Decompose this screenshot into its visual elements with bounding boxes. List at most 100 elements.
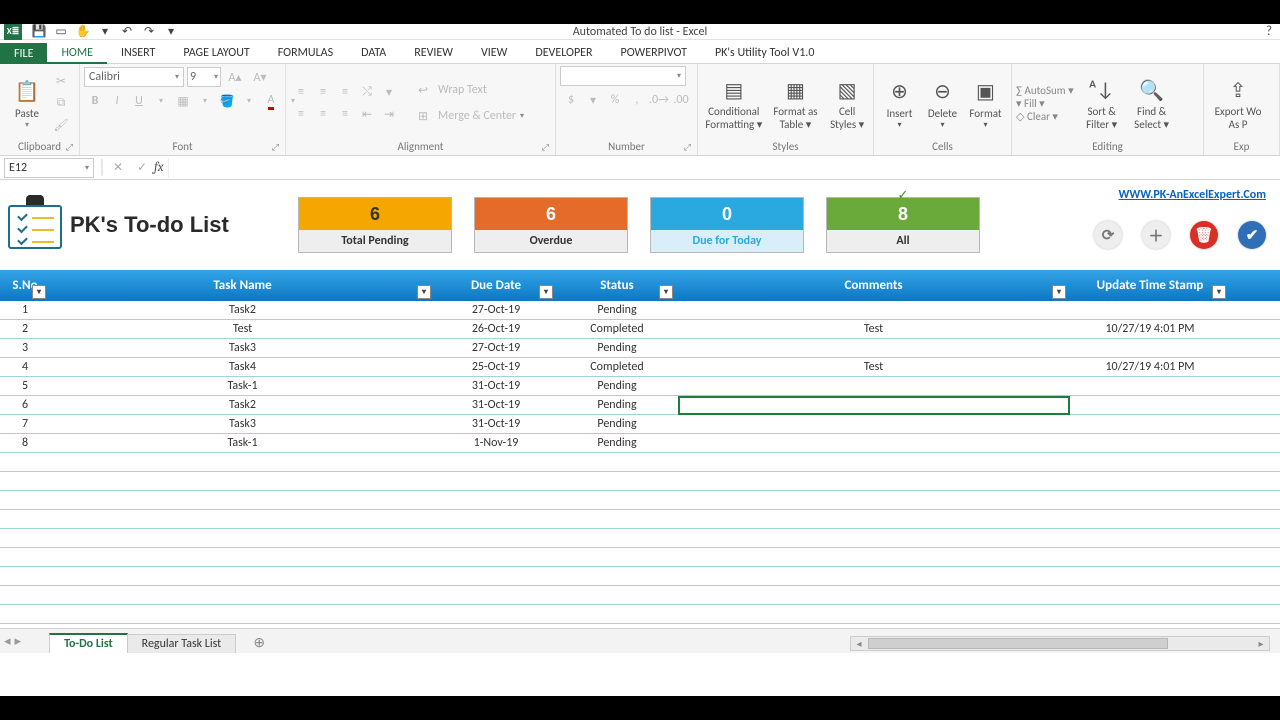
worksheet[interactable]: PK's To-do List 6 Total Pending 6 Overdu…: [0, 180, 1280, 628]
sheet-nav-prev-icon[interactable]: ◂: [4, 634, 11, 649]
table-row[interactable]: 8Task-11-Nov-19Pending: [0, 434, 1280, 453]
tab-home[interactable]: HOME: [47, 43, 107, 64]
merge-center-button[interactable]: ⊞Merge & Center▾: [412, 105, 524, 127]
add-button[interactable]: ＋: [1142, 221, 1170, 249]
number-launcher-icon[interactable]: ⤢: [684, 142, 691, 153]
sheet-nav-next-icon[interactable]: ▸: [15, 634, 22, 649]
bold-icon[interactable]: B: [85, 91, 105, 111]
customize-qat-icon[interactable]: ▾: [160, 24, 182, 40]
fill-color-icon[interactable]: 🪣: [217, 91, 237, 111]
format-cells-button[interactable]: ▣Format▾: [964, 77, 1007, 130]
indent-dec-icon[interactable]: ⇤: [357, 104, 377, 124]
tab-powerpivot[interactable]: POWERPIVOT: [607, 43, 701, 63]
redo-icon[interactable]: ↷: [138, 24, 160, 40]
indent-inc-icon[interactable]: ⇥: [379, 104, 399, 124]
card-all[interactable]: ✓ 8 All: [826, 197, 980, 253]
refresh-button[interactable]: ⟳: [1094, 221, 1122, 249]
card-due-today[interactable]: 0 Due for Today: [650, 197, 804, 253]
table-row[interactable]: 6Task231-Oct-19Pending: [0, 396, 1280, 415]
filter-status-icon[interactable]: ▾: [659, 285, 673, 299]
sheet-tab-regular[interactable]: Regular Task List: [127, 634, 237, 653]
tab-page-layout[interactable]: PAGE LAYOUT: [169, 43, 263, 63]
table-row[interactable]: 5Task-131-Oct-19Pending: [0, 377, 1280, 396]
delete-button[interactable]: 🗑: [1190, 221, 1218, 249]
cell-styles-button[interactable]: ▧CellStyles ▾: [825, 75, 869, 131]
alignment-launcher-icon[interactable]: ⤢: [542, 142, 549, 153]
clipboard-launcher-icon[interactable]: ⤢: [66, 142, 73, 153]
wrap-text-button[interactable]: ↩Wrap Text: [412, 79, 524, 101]
cancel-formula-icon[interactable]: ✕: [106, 158, 130, 178]
new-icon[interactable]: ▾: [94, 24, 116, 40]
new-sheet-button[interactable]: ⊕: [247, 633, 271, 653]
comma-icon[interactable]: ,: [627, 90, 647, 110]
format-painter-icon[interactable]: 🖌: [51, 115, 71, 135]
insert-cells-button[interactable]: ⊕Insert▾: [878, 77, 921, 130]
save-icon[interactable]: 💾: [28, 24, 50, 40]
tab-developer[interactable]: DEVELOPER: [521, 43, 606, 63]
font-color-icon[interactable]: A: [261, 91, 281, 111]
empty-row[interactable]: [0, 605, 1280, 624]
font-launcher-icon[interactable]: ⤢: [272, 142, 279, 153]
table-row[interactable]: 2Test26-Oct-19CompletedTest10/27/19 4:01…: [0, 320, 1280, 339]
filter-ts-icon[interactable]: ▾: [1212, 285, 1226, 299]
percent-icon[interactable]: %: [605, 90, 625, 110]
empty-row[interactable]: [0, 510, 1280, 529]
tab-file[interactable]: FILE: [0, 43, 47, 64]
autosum-button[interactable]: ∑ AutoSum ▾: [1016, 84, 1074, 97]
name-box[interactable]: E12▾: [4, 158, 94, 178]
empty-row[interactable]: [0, 491, 1280, 510]
formula-input[interactable]: [168, 158, 1280, 178]
card-total-pending[interactable]: 6 Total Pending: [298, 197, 452, 253]
paste-button[interactable]: 📋 Paste ▾: [4, 77, 50, 130]
horizontal-scrollbar[interactable]: ◂▸: [850, 636, 1270, 651]
table-body[interactable]: 1Task227-Oct-19Pending2Test26-Oct-19Comp…: [0, 301, 1280, 624]
orientation-icon[interactable]: ⤭: [357, 82, 377, 102]
decrease-decimal-icon[interactable]: .00: [671, 90, 691, 110]
sort-filter-button[interactable]: ᴬ↓Sort &Filter ▾: [1080, 75, 1124, 131]
tab-data[interactable]: DATA: [347, 43, 400, 63]
tab-view[interactable]: VIEW: [467, 43, 521, 63]
format-as-table-button[interactable]: ▦Format asTable ▾: [768, 75, 824, 131]
number-format-select[interactable]: ▾: [560, 66, 686, 86]
italic-icon[interactable]: I: [107, 91, 127, 111]
filter-sno-icon[interactable]: ▾: [32, 285, 46, 299]
empty-row[interactable]: [0, 567, 1280, 586]
table-row[interactable]: 1Task227-Oct-19Pending: [0, 301, 1280, 320]
accounting-icon[interactable]: $: [561, 90, 581, 110]
grow-font-icon[interactable]: A▴: [225, 67, 245, 87]
empty-row[interactable]: [0, 453, 1280, 472]
filter-task-icon[interactable]: ▾: [417, 285, 431, 299]
font-name-select[interactable]: Calibri▾: [84, 67, 184, 87]
quickprint-icon[interactable]: ▭: [50, 24, 72, 40]
card-overdue[interactable]: 6 Overdue: [474, 197, 628, 253]
copy-icon[interactable]: ⧉: [51, 93, 71, 113]
table-row[interactable]: 3Task327-Oct-19Pending: [0, 339, 1280, 358]
font-size-select[interactable]: 9▾: [187, 67, 221, 87]
empty-row[interactable]: [0, 548, 1280, 567]
tab-formulas[interactable]: FORMULAS: [264, 43, 347, 63]
tab-review[interactable]: REVIEW: [400, 43, 467, 63]
table-row[interactable]: 4Task425-Oct-19CompletedTest10/27/19 4:0…: [0, 358, 1280, 377]
complete-button[interactable]: ✔: [1238, 221, 1266, 249]
fx-icon[interactable]: fx: [154, 160, 164, 175]
shrink-font-icon[interactable]: A▾: [250, 67, 270, 87]
align-top-icon[interactable]: ≡: [291, 82, 311, 102]
table-row[interactable]: 7Task331-Oct-19Pending: [0, 415, 1280, 434]
conditional-formatting-button[interactable]: ▤ConditionalFormatting ▾: [702, 75, 766, 131]
website-link[interactable]: WWW.PK-AnExcelExpert.Com: [1119, 188, 1266, 202]
empty-row[interactable]: [0, 586, 1280, 605]
align-left-icon[interactable]: ≡: [291, 104, 311, 124]
empty-row[interactable]: [0, 529, 1280, 548]
clear-button[interactable]: ◇ Clear ▾: [1016, 110, 1074, 123]
borders-icon[interactable]: ▦: [173, 91, 193, 111]
delete-cells-button[interactable]: ⊖Delete▾: [921, 77, 964, 130]
increase-decimal-icon[interactable]: .0→: [649, 90, 669, 110]
filter-due-icon[interactable]: ▾: [539, 285, 553, 299]
find-select-button[interactable]: 🔍Find &Select ▾: [1130, 75, 1174, 131]
undo-icon[interactable]: ↶: [116, 24, 138, 40]
tab-insert[interactable]: INSERT: [107, 43, 169, 63]
cut-icon[interactable]: ✂: [51, 71, 71, 91]
export-workbook-button[interactable]: ⇪Export WoAs P: [1208, 75, 1268, 131]
fill-button[interactable]: ▾ Fill ▾: [1016, 97, 1074, 110]
filter-comments-icon[interactable]: ▾: [1052, 285, 1066, 299]
